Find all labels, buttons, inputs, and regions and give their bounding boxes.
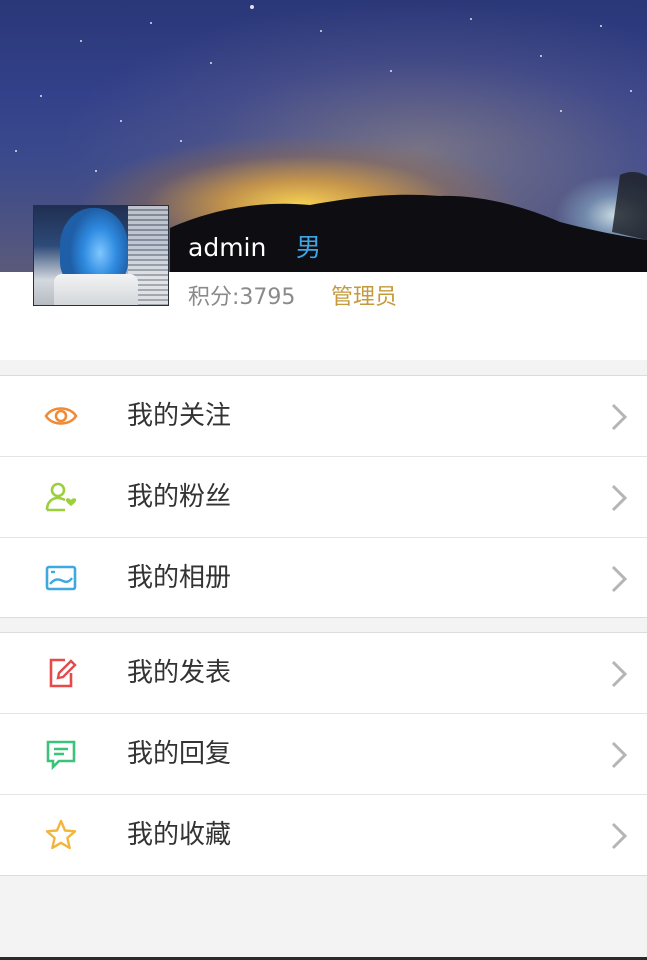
comment-icon [46, 740, 76, 771]
chevron-right-icon [611, 484, 628, 512]
menu-group-content: 我的发表 我的回复 我的收藏 [0, 632, 647, 876]
edit-icon [49, 658, 77, 688]
menu-group-social: 我的关注 我的粉丝 我的相册 [0, 375, 647, 618]
gender-label: 男 [296, 233, 322, 262]
menu-item-label: 我的关注 [127, 401, 232, 431]
menu-item-label: 我的粉丝 [127, 482, 232, 512]
role-badge: 管理员 [331, 285, 398, 310]
username: admin [188, 233, 267, 262]
chevron-right-icon [611, 403, 628, 431]
menu-item-label: 我的相册 [127, 563, 232, 593]
menu-item-favorites[interactable]: 我的收藏 [0, 795, 647, 876]
star-icon [45, 819, 77, 850]
menu-item-album[interactable]: 我的相册 [0, 538, 647, 619]
menu-item-label: 我的回复 [127, 739, 232, 769]
menu-item-fans[interactable]: 我的粉丝 [0, 457, 647, 538]
menu-item-posts[interactable]: 我的发表 [0, 633, 647, 714]
image-icon [45, 565, 77, 591]
points-label: 积分:3795 [188, 285, 296, 310]
avatar[interactable] [33, 205, 169, 306]
chevron-right-icon [611, 565, 628, 593]
menu-item-label: 我的发表 [127, 658, 232, 688]
user-heart-icon [45, 482, 77, 512]
menu-item-following[interactable]: 我的关注 [0, 376, 647, 457]
chevron-right-icon [611, 741, 628, 769]
chevron-right-icon [611, 660, 628, 688]
chevron-right-icon [611, 822, 628, 850]
menu-item-label: 我的收藏 [127, 820, 232, 850]
eye-icon [44, 407, 78, 425]
menu-item-replies[interactable]: 我的回复 [0, 714, 647, 795]
